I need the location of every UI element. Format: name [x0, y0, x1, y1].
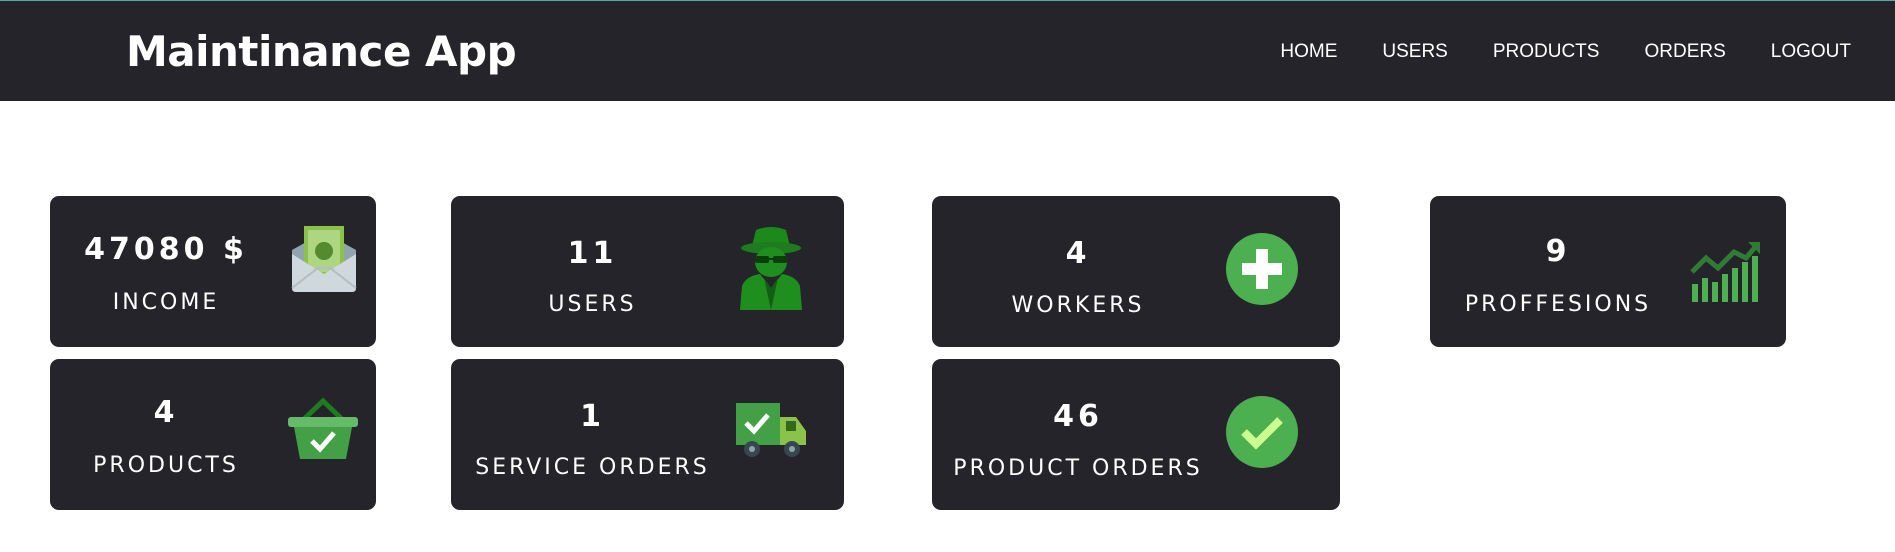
nav-home-link[interactable]: HOME — [1280, 41, 1337, 63]
users-card: 11 USERS — [451, 196, 844, 347]
basket-check-icon — [286, 397, 360, 465]
product-orders-value: 46 — [1053, 399, 1103, 434]
service-orders-card: 1 SERVICE ORDERS — [451, 359, 844, 510]
navbar: Maintinance App HOME USERS PRODUCTS ORDE… — [0, 0, 1895, 101]
proffesions-label: PROFFESIONS — [1464, 292, 1652, 317]
main-nav: HOME USERS PRODUCTS ORDERS LOGOUT — [1280, 41, 1851, 63]
product-orders-card: 46 PRODUCT ORDERS — [932, 359, 1340, 510]
app-title[interactable]: Maintinance App — [126, 27, 517, 76]
nav-products-link[interactable]: PRODUCTS — [1493, 41, 1600, 63]
users-label: USERS — [548, 292, 637, 317]
check-circle-icon — [1226, 396, 1298, 472]
nav-users-link[interactable]: USERS — [1382, 41, 1447, 63]
workers-label: WORKERS — [1011, 293, 1145, 318]
income-value: 47080 $ — [84, 232, 248, 267]
growth-chart-icon — [1690, 240, 1760, 308]
nav-logout-link[interactable]: LOGOUT — [1771, 41, 1851, 63]
spy-icon — [734, 226, 808, 314]
nav-orders-link[interactable]: ORDERS — [1644, 41, 1725, 63]
service-orders-value: 1 — [580, 399, 605, 434]
products-card: 4 PRODUCTS — [50, 359, 376, 510]
proffesions-value: 9 — [1545, 234, 1571, 269]
users-value: 11 — [567, 236, 618, 271]
plus-circle-icon — [1226, 233, 1298, 309]
service-orders-label: SERVICE ORDERS — [475, 455, 710, 480]
income-label: INCOME — [112, 290, 220, 315]
products-label: PRODUCTS — [93, 453, 239, 478]
workers-card: 4 WORKERS — [932, 196, 1340, 347]
proffesions-card: 9 PROFFESIONS — [1430, 196, 1786, 347]
products-value: 4 — [153, 395, 179, 430]
workers-value: 4 — [1065, 236, 1091, 271]
money-envelope-icon — [288, 224, 360, 300]
income-card: 47080 $ INCOME — [50, 196, 376, 347]
delivery-truck-icon — [734, 401, 808, 465]
product-orders-label: PRODUCT ORDERS — [953, 456, 1203, 481]
